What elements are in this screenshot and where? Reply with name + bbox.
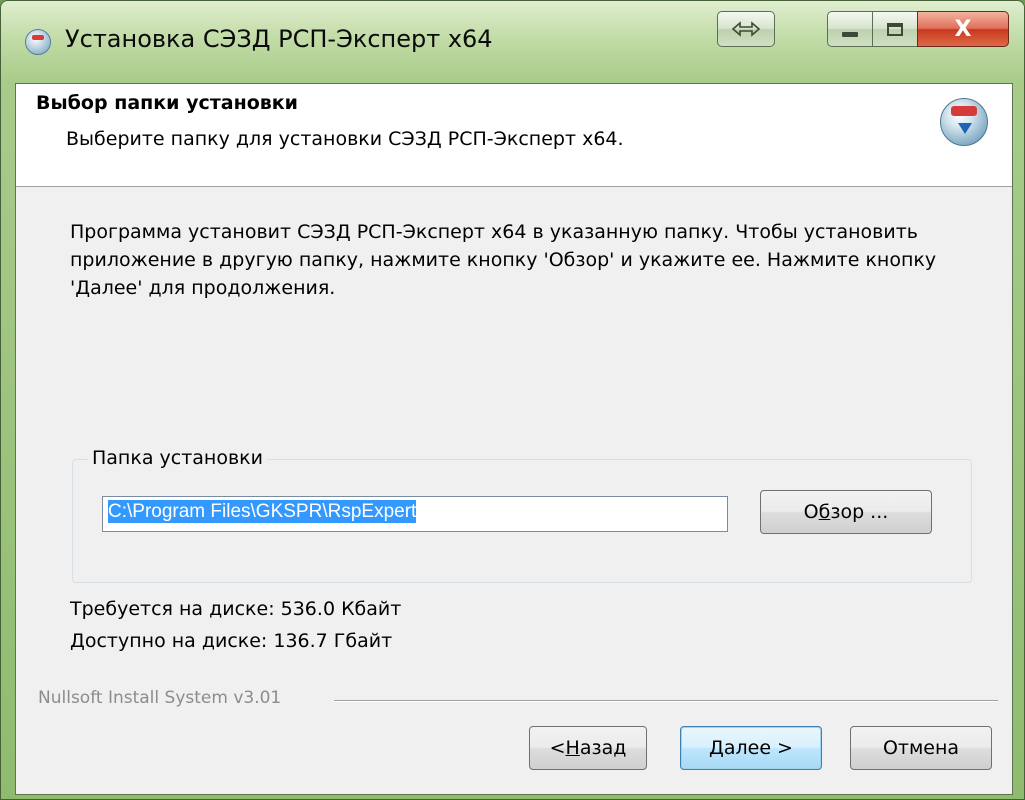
space-required: Требуется на диске: 536.0 Кбайт [70,598,402,620]
back-label-prefix: < [549,737,566,759]
window-title: Установка СЭЗД РСП-Эксперт x64 [65,25,493,53]
back-label-rest: азад [579,737,627,759]
browse-label-prefix: О [803,501,819,523]
title-bar[interactable]: Установка СЭЗД РСП-Эксперт x64 X [1,1,1024,83]
close-button[interactable]: X [917,11,1009,47]
install-path-selected-text: C:\Program Files\GKSPR\RspExpert [108,500,417,523]
installer-disc-icon [25,29,51,55]
close-icon: X [954,16,972,42]
footer-divider [334,700,998,702]
resize-arrows-icon [731,21,761,37]
dialog-client-area: Выбор папки установки Выберите папку для… [15,83,1013,795]
resize-button[interactable] [717,11,775,47]
header-panel: Выбор папки установки Выберите папку для… [16,84,1012,187]
installer-window: Установка СЭЗД РСП-Эксперт x64 X Выбор п… [0,0,1025,800]
page-subtitle: Выберите папку для установки СЭЗД РСП-Эк… [66,128,624,150]
install-disc-download-icon [940,98,988,146]
install-path-input[interactable]: C:\Program Files\GKSPR\RspExpert [102,496,728,532]
back-button[interactable]: < Назад [529,726,647,770]
nsis-branding: Nullsoft Install System v3.01 [38,688,282,708]
minimize-icon [842,31,858,37]
space-available: Доступно на диске: 136.7 Гбайт [70,630,393,652]
back-label-hotkey: Н [565,737,580,759]
maximize-button[interactable] [872,11,918,47]
install-folder-label: Папка установки [88,447,267,469]
description-text: Программа установит СЭЗД РСП-Эксперт x64… [70,221,937,299]
cancel-button[interactable]: Отмена [850,726,992,770]
maximize-icon [887,22,903,36]
browse-label-hotkey: б [818,501,831,523]
minimize-button[interactable] [827,11,873,47]
next-button[interactable]: Далее > [680,726,822,770]
browse-button[interactable]: Об зор ... [760,490,932,534]
browse-label-rest: зор ... [830,501,889,523]
page-title: Выбор папки установки [36,92,298,114]
